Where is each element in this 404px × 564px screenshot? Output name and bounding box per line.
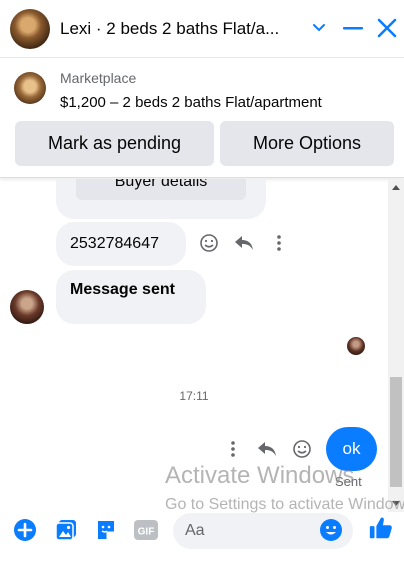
more-actions-icon[interactable] <box>268 232 290 254</box>
activate-windows-watermark: Activate Windows <box>165 462 355 489</box>
sticker-icon[interactable] <box>93 517 119 543</box>
gif-icon[interactable]: GIF <box>133 517 159 543</box>
message-scrollbar[interactable] <box>388 179 404 512</box>
contact-avatar-small[interactable] <box>10 290 44 324</box>
reply-icon[interactable] <box>233 232 255 254</box>
marketplace-card: Marketplace $1,200 – 2 beds 2 baths Flat… <box>0 58 404 178</box>
mark-as-pending-button[interactable]: Mark as pending <box>15 121 214 166</box>
photo-attach-icon[interactable] <box>53 517 79 543</box>
thumbs-up-like-icon[interactable] <box>368 515 394 541</box>
buyer-details-button[interactable]: Buyer details <box>76 179 246 200</box>
more-options-button[interactable]: More Options <box>220 121 394 166</box>
seen-avatar <box>347 337 365 355</box>
close-icon[interactable] <box>375 16 399 40</box>
message-sent-bubble: Message sent <box>56 270 206 324</box>
listing-description[interactable]: $1,200 – 2 beds 2 baths Flat/apartment <box>60 94 322 111</box>
react-emoji-icon[interactable] <box>291 438 313 460</box>
timestamp: 17:11 <box>179 389 209 403</box>
minimize-icon[interactable] <box>341 16 365 40</box>
listing-thumbnail[interactable] <box>14 72 46 104</box>
scrollbar-thumb[interactable] <box>390 377 402 487</box>
add-plus-icon[interactable] <box>12 517 38 543</box>
chat-header: Lexi · 2 beds 2 baths Flat/a... <box>0 0 404 58</box>
gif-label: GIF <box>138 527 155 538</box>
chevron-down-icon[interactable] <box>307 16 331 40</box>
phone-message-bubble: 2532784647 <box>56 222 186 266</box>
message-composer: GIF Aa <box>0 512 404 564</box>
emoji-icon[interactable] <box>318 517 344 543</box>
more-actions-icon[interactable] <box>222 438 244 460</box>
scroll-up-arrow-icon[interactable] <box>392 185 400 190</box>
conversation-title[interactable]: Lexi · 2 beds 2 baths Flat/a... <box>60 19 300 39</box>
reply-icon[interactable] <box>256 438 278 460</box>
contact-avatar[interactable] <box>10 8 50 49</box>
marketplace-label: Marketplace <box>60 70 137 86</box>
react-emoji-icon[interactable] <box>198 232 220 254</box>
